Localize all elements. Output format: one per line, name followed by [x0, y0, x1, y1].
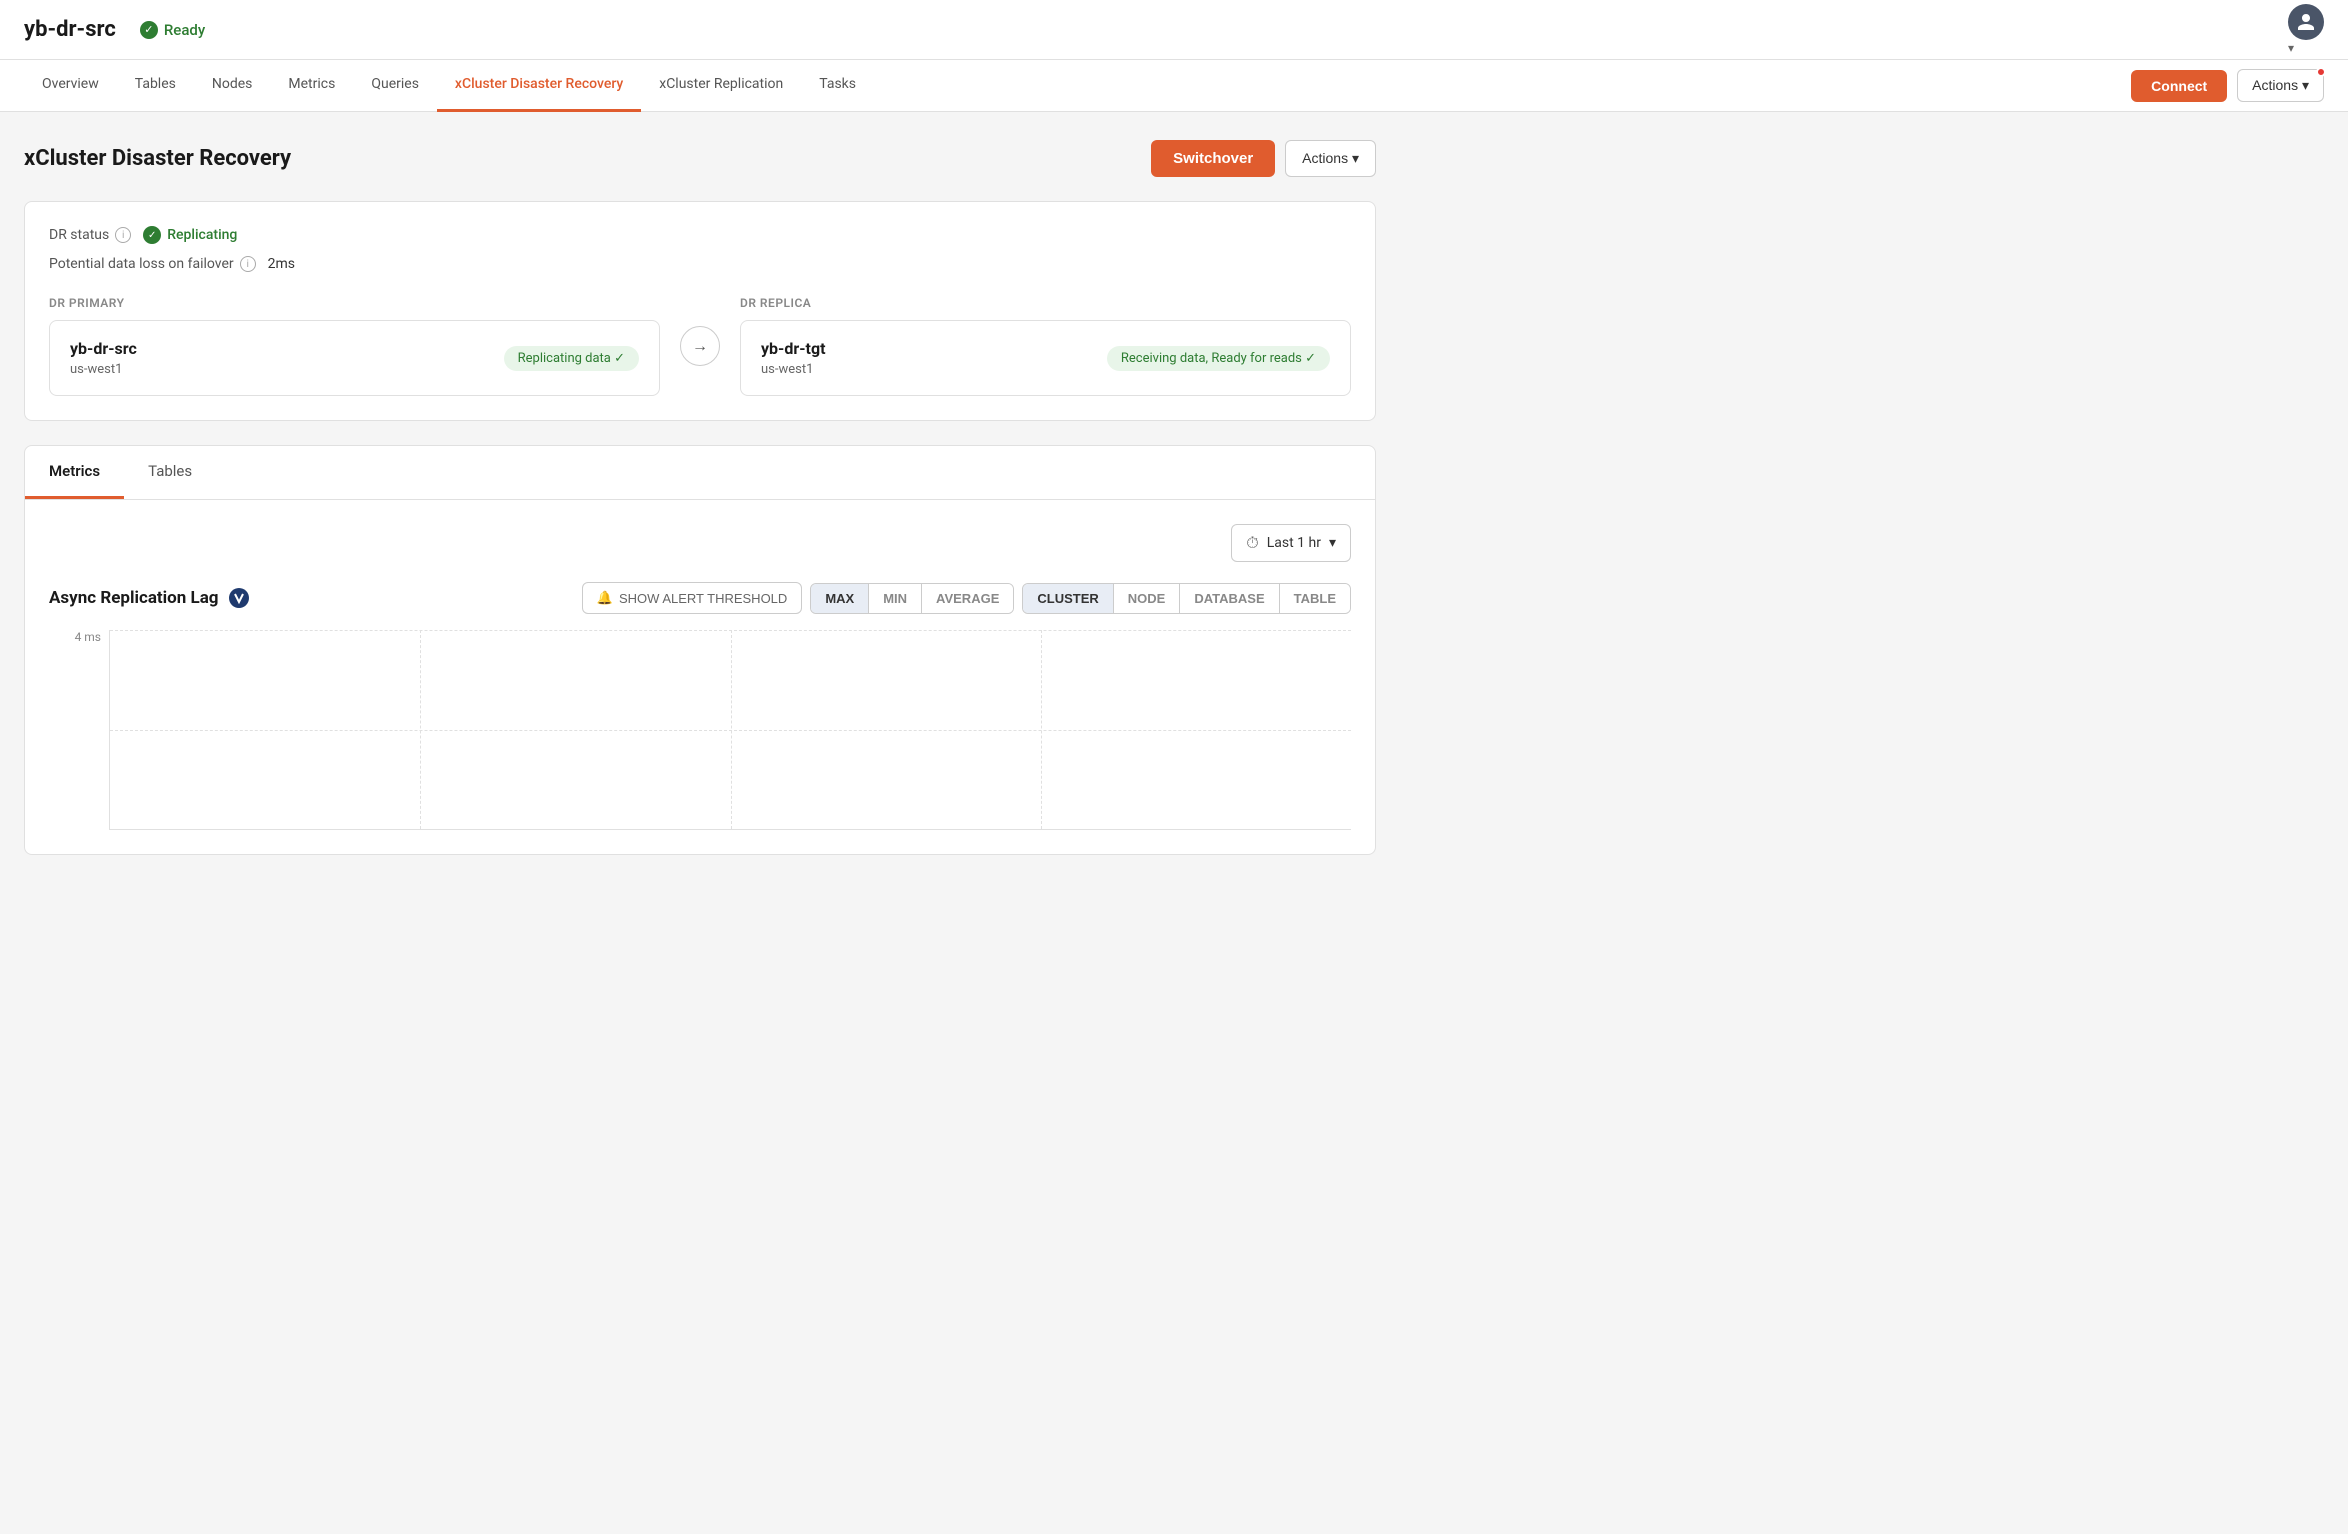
- dr-status-value: ✓ Replicating: [143, 226, 237, 244]
- vert-line-2: [731, 630, 732, 829]
- nav-bar: Overview Tables Nodes Metrics Queries xC…: [0, 60, 2348, 112]
- page-actions-button[interactable]: Actions ▾: [1285, 140, 1376, 177]
- alert-threshold-button[interactable]: 🔔 SHOW ALERT THRESHOLD: [582, 582, 803, 614]
- tab-tables[interactable]: Tables: [124, 446, 216, 499]
- dr-primary-box: yb-dr-src us-west1 Replicating data ✓: [49, 320, 660, 396]
- metric-view-group: CLUSTER NODE DATABASE TABLE: [1022, 583, 1351, 614]
- dr-primary-info: yb-dr-src us-west1: [70, 339, 137, 377]
- tab-metrics[interactable]: Metrics: [25, 446, 124, 499]
- nav-item-tables[interactable]: Tables: [117, 60, 194, 112]
- vert-line-3: [1041, 630, 1042, 829]
- metric-btn-node[interactable]: NODE: [1114, 584, 1181, 613]
- dr-primary-status: Replicating data ✓: [504, 346, 639, 371]
- bell-icon: 🔔: [597, 590, 613, 606]
- dr-replica-name: yb-dr-tgt: [761, 339, 826, 358]
- nav-item-metrics[interactable]: Metrics: [270, 60, 353, 112]
- ready-label: Ready: [164, 21, 205, 39]
- tab-content-metrics: ⏱ Last 1 hr ▾ Async Replication Lag: [25, 500, 1375, 854]
- page-header-row: xCluster Disaster Recovery Switchover Ac…: [24, 140, 1376, 177]
- nav-item-overview[interactable]: Overview: [24, 60, 117, 112]
- time-selector[interactable]: ⏱ Last 1 hr ▾: [1231, 524, 1351, 562]
- metric-type-group: MAX MIN AVERAGE: [810, 583, 1014, 614]
- metric-btn-max[interactable]: MAX: [811, 584, 869, 613]
- main-content: xCluster Disaster Recovery Switchover Ac…: [0, 112, 1400, 883]
- dr-status-label: DR status i: [49, 227, 131, 243]
- metric-btn-min[interactable]: MIN: [869, 584, 922, 613]
- dr-replica-status: Receiving data, Ready for reads ✓: [1107, 346, 1330, 371]
- page-actions: Switchover Actions ▾: [1151, 140, 1376, 177]
- chart-area: 4 ms: [49, 630, 1351, 830]
- metric-btn-cluster[interactable]: CLUSTER: [1023, 584, 1113, 613]
- dr-primary-region: us-west1: [70, 362, 137, 377]
- nav-actions-button[interactable]: Actions ▾: [2237, 69, 2324, 102]
- dr-status-card: DR status i ✓ Replicating Potential data…: [24, 201, 1376, 421]
- chart-title: Async Replication Lag: [49, 586, 251, 610]
- nav-item-nodes[interactable]: Nodes: [194, 60, 271, 112]
- chart-title-icon: [227, 586, 251, 610]
- time-selector-label: Last 1 hr: [1267, 535, 1321, 551]
- chart-plot: [109, 630, 1351, 830]
- data-loss-label: Potential data loss on failover i: [49, 256, 256, 272]
- metrics-toolbar: ⏱ Last 1 hr ▾: [49, 524, 1351, 562]
- dr-replica-region: us-west1: [761, 362, 826, 377]
- metric-btn-database[interactable]: DATABASE: [1180, 584, 1279, 613]
- page-title: xCluster Disaster Recovery: [24, 146, 291, 171]
- nav-item-tasks[interactable]: Tasks: [801, 60, 874, 112]
- chart-controls: 🔔 SHOW ALERT THRESHOLD MAX MIN AVERAGE C…: [582, 582, 1351, 614]
- dr-replica-info: yb-dr-tgt us-west1: [761, 339, 826, 377]
- chart-header: Async Replication Lag 🔔 SHOW ALERT THRES…: [49, 582, 1351, 614]
- nav-item-xcluster-dr[interactable]: xCluster Disaster Recovery: [437, 60, 641, 112]
- dr-status-info-icon[interactable]: i: [115, 227, 131, 243]
- tabs-container: Metrics Tables ⏱ Last 1 hr ▾ Async Repli…: [24, 445, 1376, 855]
- vert-line-1: [420, 630, 421, 829]
- clock-icon: ⏱: [1246, 533, 1258, 553]
- dr-clusters-row: DR PRIMARY yb-dr-src us-west1 Replicatin…: [49, 296, 1351, 396]
- switchover-button[interactable]: Switchover: [1151, 140, 1275, 177]
- top-header: yb-dr-src ✓ Ready ▾: [0, 0, 2348, 60]
- nav-item-xcluster-replication[interactable]: xCluster Replication: [641, 60, 801, 112]
- dr-replica-box: yb-dr-tgt us-west1 Receiving data, Ready…: [740, 320, 1351, 396]
- replicating-check-icon: ✓: [143, 226, 161, 244]
- nav-right: Connect Actions ▾: [2131, 69, 2324, 102]
- tabs-header: Metrics Tables: [25, 446, 1375, 500]
- nav-item-queries[interactable]: Queries: [353, 60, 437, 112]
- chart-y-axis: 4 ms: [49, 630, 109, 830]
- avatar-container: ▾: [2288, 4, 2324, 56]
- nav-actions-container: Actions ▾: [2237, 69, 2324, 102]
- dr-primary-label: DR PRIMARY: [49, 296, 660, 310]
- time-selector-caret: ▾: [1329, 535, 1336, 551]
- chart-section: Async Replication Lag 🔔 SHOW ALERT THRES…: [49, 582, 1351, 830]
- avatar-caret[interactable]: ▾: [2288, 41, 2294, 55]
- metric-btn-average[interactable]: AVERAGE: [922, 584, 1013, 613]
- connect-button[interactable]: Connect: [2131, 70, 2227, 102]
- user-avatar[interactable]: [2288, 4, 2324, 40]
- dr-primary-section: DR PRIMARY yb-dr-src us-west1 Replicatin…: [49, 296, 660, 396]
- dr-replica-label: DR REPLICA: [740, 296, 1351, 310]
- data-loss-row: Potential data loss on failover i 2ms: [49, 256, 1351, 272]
- dr-primary-name: yb-dr-src: [70, 339, 137, 358]
- app-title: yb-dr-src: [24, 17, 116, 42]
- metric-btn-table[interactable]: TABLE: [1280, 584, 1350, 613]
- y-axis-label: 4 ms: [49, 630, 109, 644]
- header-right: ▾: [2288, 4, 2324, 56]
- data-loss-value: 2ms: [268, 256, 295, 272]
- dr-replica-section: DR REPLICA yb-dr-tgt us-west1 Receiving …: [740, 296, 1351, 396]
- dr-status-row: DR status i ✓ Replicating: [49, 226, 1351, 244]
- ready-badge: ✓ Ready: [140, 21, 205, 39]
- data-loss-info-icon[interactable]: i: [240, 256, 256, 272]
- notification-dot: [2316, 67, 2326, 77]
- dr-arrow-icon: →: [680, 326, 720, 366]
- ready-check-icon: ✓: [140, 21, 158, 39]
